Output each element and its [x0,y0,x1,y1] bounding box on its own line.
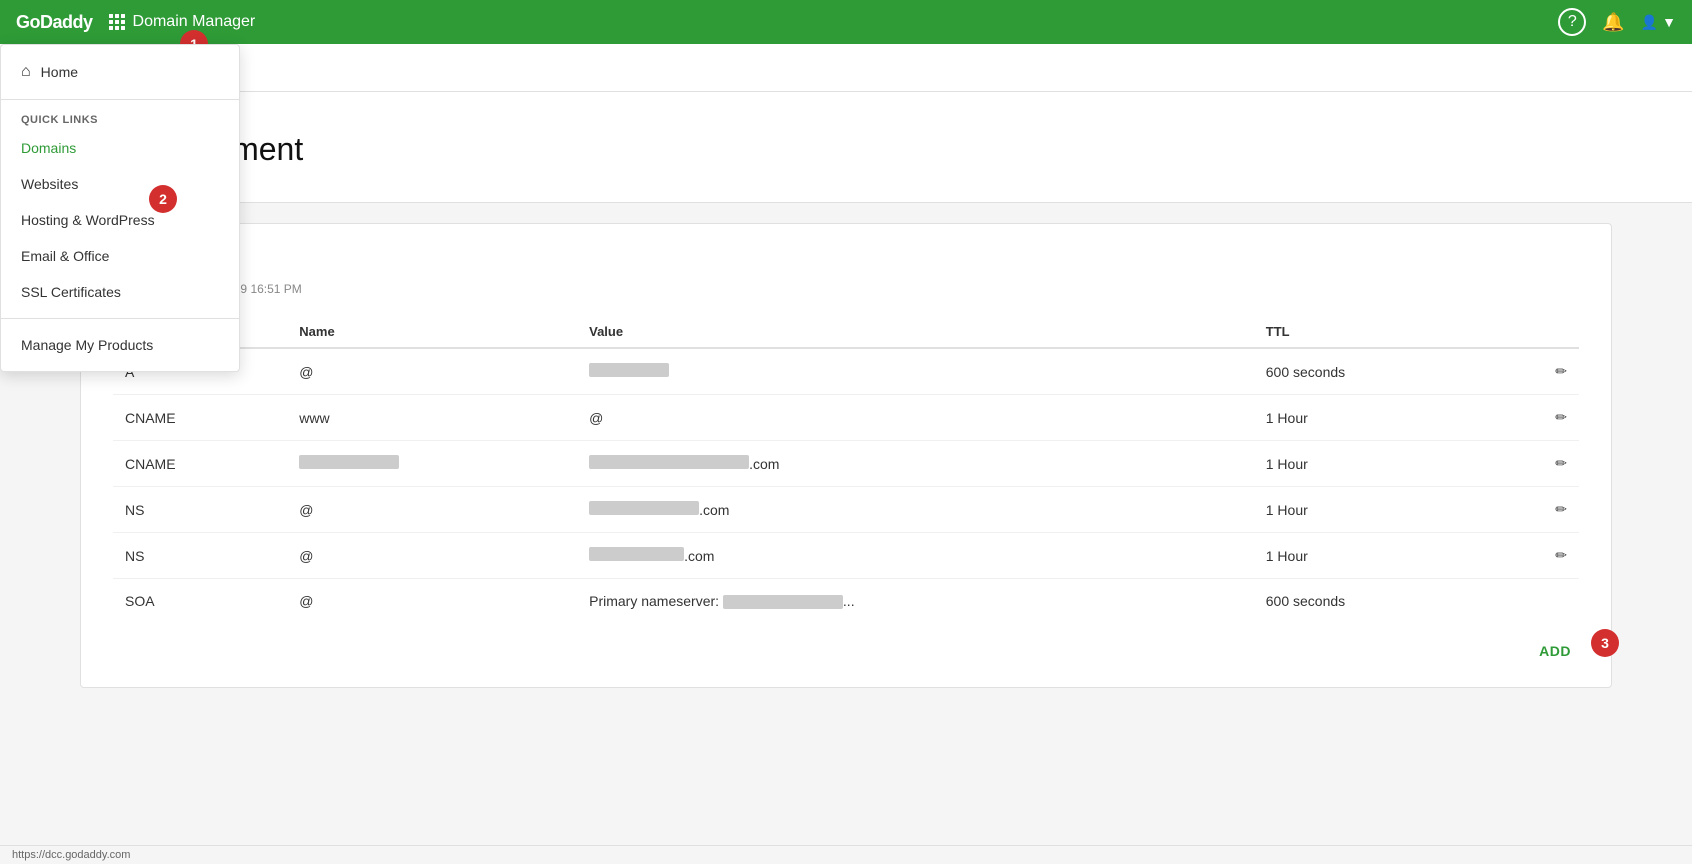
dropdown-home-label: Home [41,64,78,80]
apps-icon[interactable] [109,14,125,30]
dns-table: Type Name Value TTL A @ 600 seconds ✏ [113,316,1579,623]
record-ttl: 1 Hour [1254,533,1496,579]
dropdown-item-email[interactable]: Email & Office [1,238,239,274]
record-type: NS [113,487,287,533]
blurred-value [723,595,843,609]
edit-button[interactable]: ✏ [1495,487,1579,533]
record-name: @ [287,487,577,533]
domain-manager-title: Domain Manager [133,13,256,31]
dropdown-menu: ⌂ Home QUICK LINKS Domains 2 Websites Ho… [0,44,240,372]
col-actions [1495,316,1579,348]
record-ttl: 1 Hour [1254,395,1496,441]
record-value: .com [577,487,1254,533]
user-menu[interactable]: 👤 ▼ [1641,14,1676,31]
table-row: CNAME .com 1 Hour ✏ [113,441,1579,487]
page-title: DNS Management [40,131,1652,168]
blurred-value [589,547,684,561]
user-chevron: ▼ [1662,14,1676,30]
record-ttl: 600 seconds [1254,348,1496,395]
records-title: Records [113,248,1579,274]
blurred-value [589,501,699,515]
blurred-value [589,455,749,469]
record-value: Primary nameserver: ... [577,579,1254,624]
edit-button[interactable]: ✏ [1495,348,1579,395]
record-value: .com [577,441,1254,487]
edit-button[interactable]: ✏ [1495,441,1579,487]
edit-placeholder [1495,579,1579,624]
dropdown-item-domains[interactable]: Domains [1,130,239,166]
dropdown-item-websites[interactable]: Websites [1,166,239,202]
edit-button[interactable]: ✏ [1495,533,1579,579]
record-type: NS [113,533,287,579]
user-icon: 👤 [1641,14,1658,31]
footer-url: https://dcc.godaddy.com [12,849,130,861]
dropdown-divider-2 [1,318,239,319]
record-name: @ [287,348,577,395]
record-ttl: 1 Hour [1254,487,1496,533]
record-name: @ [287,533,577,579]
record-name: www [287,395,577,441]
edit-button[interactable]: ✏ [1495,395,1579,441]
table-row: A @ 600 seconds ✏ [113,348,1579,395]
top-nav-right: ? 🔔 👤 ▼ [1558,8,1676,36]
dropdown-divider-1 [1,99,239,100]
record-name: @ [287,579,577,624]
record-ttl: 600 seconds [1254,579,1496,624]
table-row: SOA @ Primary nameserver: ... 600 second… [113,579,1579,624]
step-badge-3: 3 [1591,629,1619,657]
secondary-nav: DNS ▾ Settings ▾ Help ▾ [0,44,1692,92]
record-name [287,441,577,487]
col-ttl: TTL [1254,316,1496,348]
dropdown-item-hosting[interactable]: Hosting & WordPress [1,202,239,238]
record-ttl: 1 Hour [1254,441,1496,487]
record-type: CNAME [113,395,287,441]
gray-background: Records Last updated 23-05-2019 16:51 PM… [0,223,1692,748]
page-header: My Domains DNS Management [0,92,1692,203]
breadcrumb[interactable]: My Domains [40,108,1652,123]
col-value: Value [577,316,1254,348]
record-type: SOA [113,579,287,624]
records-section: Records Last updated 23-05-2019 16:51 PM… [80,223,1612,688]
add-record-button[interactable]: ADD [1531,639,1579,663]
record-type: CNAME [113,441,287,487]
add-row: ADD 3 [113,623,1579,663]
help-icon[interactable]: ? [1558,8,1586,36]
godaddy-logo: GoDaddy [16,12,93,33]
top-nav: GoDaddy 1 Domain Manager ? 🔔 👤 ▼ [0,0,1692,44]
home-icon: ⌂ [21,63,31,81]
table-row: CNAME www @ 1 Hour ✏ [113,395,1579,441]
blurred-name [299,455,399,469]
dropdown-home[interactable]: ⌂ Home [1,53,239,91]
dropdown-section-label: QUICK LINKS [1,108,239,130]
record-value: .com [577,533,1254,579]
dropdown-item-manage[interactable]: Manage My Products [1,327,239,363]
records-updated: Last updated 23-05-2019 16:51 PM [113,282,1579,296]
table-row: NS @ .com 1 Hour ✏ [113,533,1579,579]
blurred-value [589,363,669,377]
dropdown-item-ssl[interactable]: SSL Certificates [1,274,239,310]
record-value: @ [577,395,1254,441]
col-name: Name [287,316,577,348]
record-value [577,348,1254,395]
bell-icon[interactable]: 🔔 [1602,12,1624,33]
table-row: NS @ .com 1 Hour ✏ [113,487,1579,533]
status-bar: https://dcc.godaddy.com [0,845,1692,864]
step-badge-2: 2 [149,185,177,213]
